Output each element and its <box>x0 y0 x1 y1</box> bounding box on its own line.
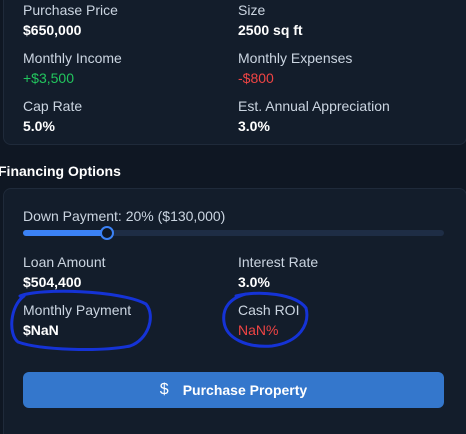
monthly-payment-label: Monthly Payment <box>23 302 132 318</box>
purchase-property-button-label: Purchase Property <box>182 382 308 398</box>
cash-roi-label: Cash ROI <box>238 302 300 318</box>
dollar-icon: $ <box>159 381 169 398</box>
appreciation-label: Est. Annual Appreciation <box>238 98 390 114</box>
loan-amount-label: Loan Amount <box>23 254 106 270</box>
cap-rate-value: 5.0% <box>23 118 55 134</box>
interest-rate-label: Interest Rate <box>238 254 319 270</box>
size-label: Size <box>238 2 266 18</box>
monthly-income-value: +$3,500 <box>23 70 74 86</box>
down-payment-slider[interactable] <box>23 226 444 240</box>
financing-options-title: Financing Options <box>0 163 121 179</box>
monthly-expenses-label: Monthly Expenses <box>238 50 353 66</box>
loan-amount-value: $504,400 <box>23 274 82 290</box>
cash-roi-value: NaN% <box>238 322 279 338</box>
cap-rate-label: Cap Rate <box>23 98 83 114</box>
purchase-property-button[interactable]: $ Purchase Property <box>23 372 444 408</box>
monthly-payment-value: $NaN <box>23 322 59 338</box>
monthly-expenses-value: -$800 <box>238 70 274 86</box>
purchase-price-value: $650,000 <box>23 22 82 38</box>
property-purchase-panel: Purchase Price $650,000 Size 2500 sq ft … <box>0 0 466 434</box>
monthly-income-label: Monthly Income <box>23 50 122 66</box>
interest-rate-value: 3.0% <box>238 274 270 290</box>
down-payment-slider-fill <box>23 230 108 236</box>
size-value: 2500 sq ft <box>238 22 303 38</box>
down-payment-label: Down Payment: 20% ($130,000) <box>23 208 226 224</box>
purchase-price-label: Purchase Price <box>23 2 118 18</box>
appreciation-value: 3.0% <box>238 118 270 134</box>
